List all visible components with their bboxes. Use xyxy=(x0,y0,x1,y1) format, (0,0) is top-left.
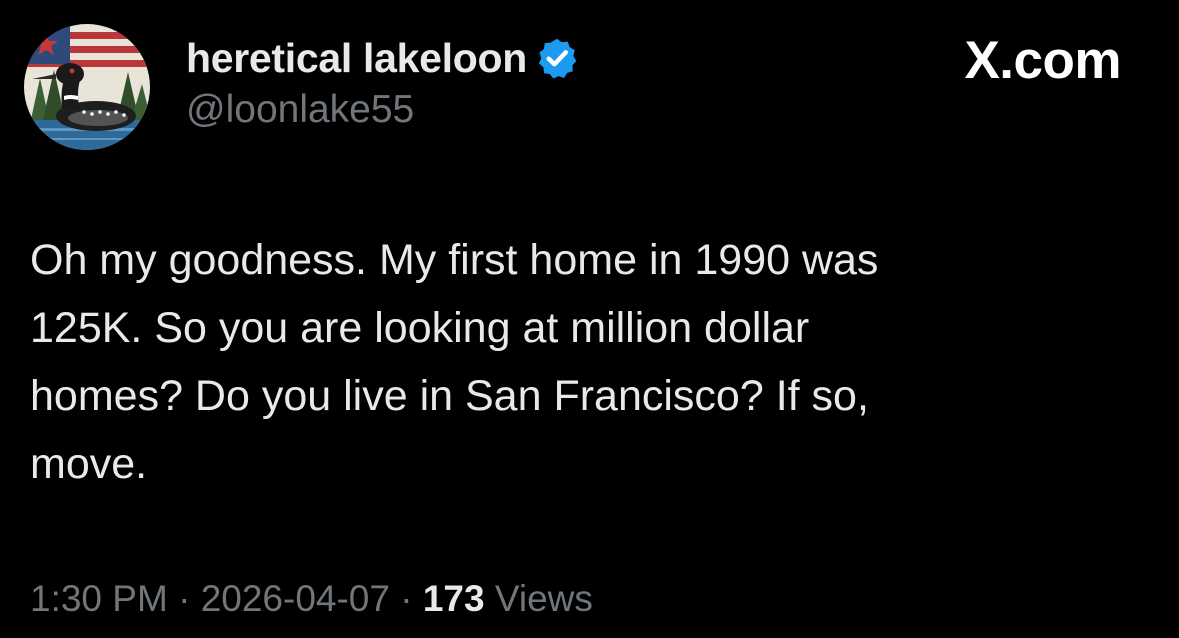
author-handle[interactable]: @loonlake55 xyxy=(186,88,414,132)
meta-separator: · xyxy=(178,578,191,619)
tweet-time[interactable]: 1:30 PM xyxy=(30,578,168,619)
tweet-meta: 1:30 PM · 2026-04-07 · 173 Views xyxy=(30,578,593,620)
avatar[interactable] xyxy=(24,24,150,150)
author-display-name[interactable]: heretical lakeloon xyxy=(186,35,527,82)
loon-avatar-icon xyxy=(24,24,150,150)
x-com-watermark: X.com xyxy=(964,31,1121,90)
tweet: heretical lakeloon @loonlake55 X.com Oh … xyxy=(0,0,1179,638)
views-count[interactable]: 173 xyxy=(423,578,485,619)
verified-badge-icon xyxy=(535,36,579,80)
tweet-text: Oh my goodness. My first home in 1990 wa… xyxy=(30,236,879,488)
tweet-date[interactable]: 2026-04-07 xyxy=(201,578,390,619)
author-name-row: heretical lakeloon xyxy=(186,34,579,82)
views-label: Views xyxy=(494,578,593,619)
meta-separator: · xyxy=(400,578,413,619)
